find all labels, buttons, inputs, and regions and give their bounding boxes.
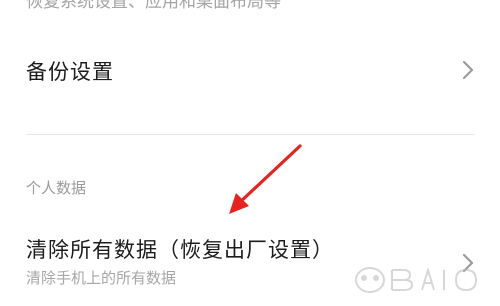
chevron-right-icon [462, 60, 474, 80]
backup-settings-row[interactable]: 备份设置 [0, 40, 500, 100]
clipped-description-text: 恢复系统设置、应用和桌面布局等 [26, 0, 281, 12]
section-divider [26, 134, 474, 135]
factory-reset-title: 清除所有数据（恢复出厂设置） [26, 238, 334, 262]
baidu-watermark-icon [355, 266, 478, 293]
section-header-personal-data: 个人数据 [26, 179, 87, 197]
factory-reset-subtitle: 清除手机上的所有数据 [26, 269, 177, 287]
backup-settings-title: 备份设置 [26, 60, 114, 84]
